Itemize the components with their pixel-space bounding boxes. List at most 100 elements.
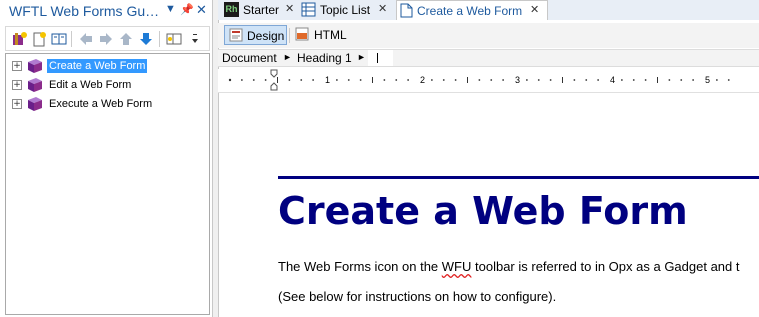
ruler-tick <box>490 79 493 81</box>
ruler-tick <box>680 79 683 81</box>
ruler-tick <box>252 79 255 81</box>
ruler[interactable]: 1 2 3 4 5 <box>218 69 759 93</box>
book-icon <box>28 59 42 73</box>
expand-icon[interactable]: + <box>12 61 22 71</box>
tab-close-icon[interactable]: ✕ <box>530 3 539 16</box>
ruler-tick <box>668 79 671 81</box>
move-right-icon[interactable] <box>98 31 114 47</box>
toc-settings-icon[interactable] <box>166 31 182 47</box>
ruler-label: 3 <box>515 75 521 85</box>
panel-title-bar: WFTL Web Forms Gu… ▼ 📌 ✕ <box>0 0 212 22</box>
ruler-label: 1 <box>325 75 331 85</box>
tab-close-icon[interactable]: ✕ <box>378 2 387 15</box>
document-paragraph[interactable]: The Web Forms icon on the WFU toolbar is… <box>278 259 739 274</box>
html-label: HTML <box>314 28 347 42</box>
expand-icon[interactable]: + <box>12 99 22 109</box>
ruler-tick <box>715 79 718 81</box>
ruler-tick <box>300 79 303 81</box>
tree-item-execute[interactable]: + Execute a Web Form <box>10 95 200 113</box>
project-panel: WFTL Web Forms Gu… ▼ 📌 ✕ + Create a Web … <box>0 0 213 317</box>
tree-item-label: Create a Web Form <box>47 59 148 73</box>
text-caret <box>377 53 378 63</box>
ruler-tick <box>240 79 243 81</box>
ruler-tick <box>585 79 588 81</box>
ruler-tick <box>312 79 315 81</box>
ruler-tick <box>573 79 576 81</box>
breadcrumb-arrow-icon: ► <box>357 52 366 62</box>
ruler-tick <box>335 79 338 81</box>
toolbar-overflow-icon[interactable] <box>190 31 200 47</box>
toolbar-separator <box>159 31 160 47</box>
book-icon <box>28 97 42 111</box>
tag-breadcrumb: Document ► Heading 1 ► <box>218 49 759 67</box>
ruler-tick <box>347 79 350 81</box>
ruler-tick <box>502 79 505 81</box>
breadcrumb-current[interactable] <box>368 50 393 66</box>
ruler-tick <box>644 79 647 81</box>
tab-create-web-form[interactable]: Create a Web Form ✕ <box>396 0 548 20</box>
ruler-tick <box>692 79 695 81</box>
ruler-tick <box>383 79 386 81</box>
expand-icon[interactable]: + <box>12 80 22 90</box>
topic-page-icon <box>400 3 413 18</box>
move-left-icon[interactable] <box>78 31 94 47</box>
tree-item-label: Edit a Web Form <box>49 79 132 91</box>
left-indent-marker <box>270 82 278 91</box>
ruler-tick <box>395 79 398 81</box>
book-icon <box>28 78 42 92</box>
ruler-origin <box>228 78 232 82</box>
properties-icon[interactable] <box>51 31 67 47</box>
ruler-tick <box>727 79 730 81</box>
ruler-tick <box>467 77 468 83</box>
breadcrumb-document[interactable]: Document <box>222 51 277 65</box>
tab-starter[interactable]: Rh Starter ✕ <box>222 0 298 19</box>
heading-rule <box>278 176 759 179</box>
tab-label: Topic List <box>320 3 371 17</box>
html-icon <box>295 27 309 41</box>
ruler-tick <box>264 79 267 81</box>
pin-icon[interactable]: 📌 <box>180 3 194 16</box>
ruler-tick <box>277 77 278 83</box>
tab-label: Create a Web Form <box>417 4 523 18</box>
ruler-tick <box>549 79 552 81</box>
panel-close-icon[interactable]: ✕ <box>196 2 207 18</box>
paragraph-text: The Web Forms icon on the <box>278 259 442 274</box>
ruler-tick <box>597 79 600 81</box>
new-book-icon[interactable] <box>11 31 27 47</box>
ruler-tick <box>442 79 445 81</box>
ruler-tick <box>562 77 563 83</box>
new-topic-icon[interactable] <box>31 31 47 47</box>
ruler-label: 4 <box>610 75 616 85</box>
panel-dropdown-icon[interactable]: ▼ <box>165 3 176 15</box>
ruler-tick <box>525 79 528 81</box>
ruler-label: 5 <box>705 75 711 85</box>
ruler-tick <box>372 77 373 83</box>
move-down-icon[interactable] <box>138 31 154 47</box>
ruler-tick <box>407 79 410 81</box>
toolbar-separator <box>71 31 72 47</box>
paragraph-text: toolbar is referred to in Opx as a Gadge… <box>471 259 740 274</box>
tree-item-edit[interactable]: + Edit a Web Form <box>10 76 200 94</box>
toolbar-separator <box>289 28 290 43</box>
ruler-label: 2 <box>420 75 426 85</box>
ruler-tick <box>430 79 433 81</box>
ruler-tick <box>537 79 540 81</box>
ruler-tick <box>632 79 635 81</box>
tab-close-icon[interactable]: ✕ <box>285 2 294 15</box>
panel-title: WFTL Web Forms Gu… <box>9 3 160 19</box>
ruler-tick <box>657 77 658 83</box>
breadcrumb-heading[interactable]: Heading 1 <box>297 51 352 65</box>
document-heading[interactable]: Create a Web Form <box>278 189 688 233</box>
ruler-tick <box>359 79 362 81</box>
document-paragraph[interactable]: (See below for instructions on how to co… <box>278 289 556 304</box>
tree-item-create[interactable]: + Create a Web Form <box>10 57 200 75</box>
ruler-tick <box>288 79 291 81</box>
view-toolbar: Design HTML <box>218 23 759 48</box>
topic-tree: + Create a Web Form + Edit a Web Form + … <box>5 53 210 315</box>
html-view-button[interactable]: HTML <box>292 25 352 45</box>
move-up-icon[interactable] <box>118 31 134 47</box>
tab-topic-list[interactable]: Topic List ✕ <box>300 0 396 19</box>
misspelled-word[interactable]: WFU <box>442 259 472 274</box>
panel-toolbar <box>5 26 210 51</box>
design-view-button[interactable]: Design <box>224 25 287 45</box>
